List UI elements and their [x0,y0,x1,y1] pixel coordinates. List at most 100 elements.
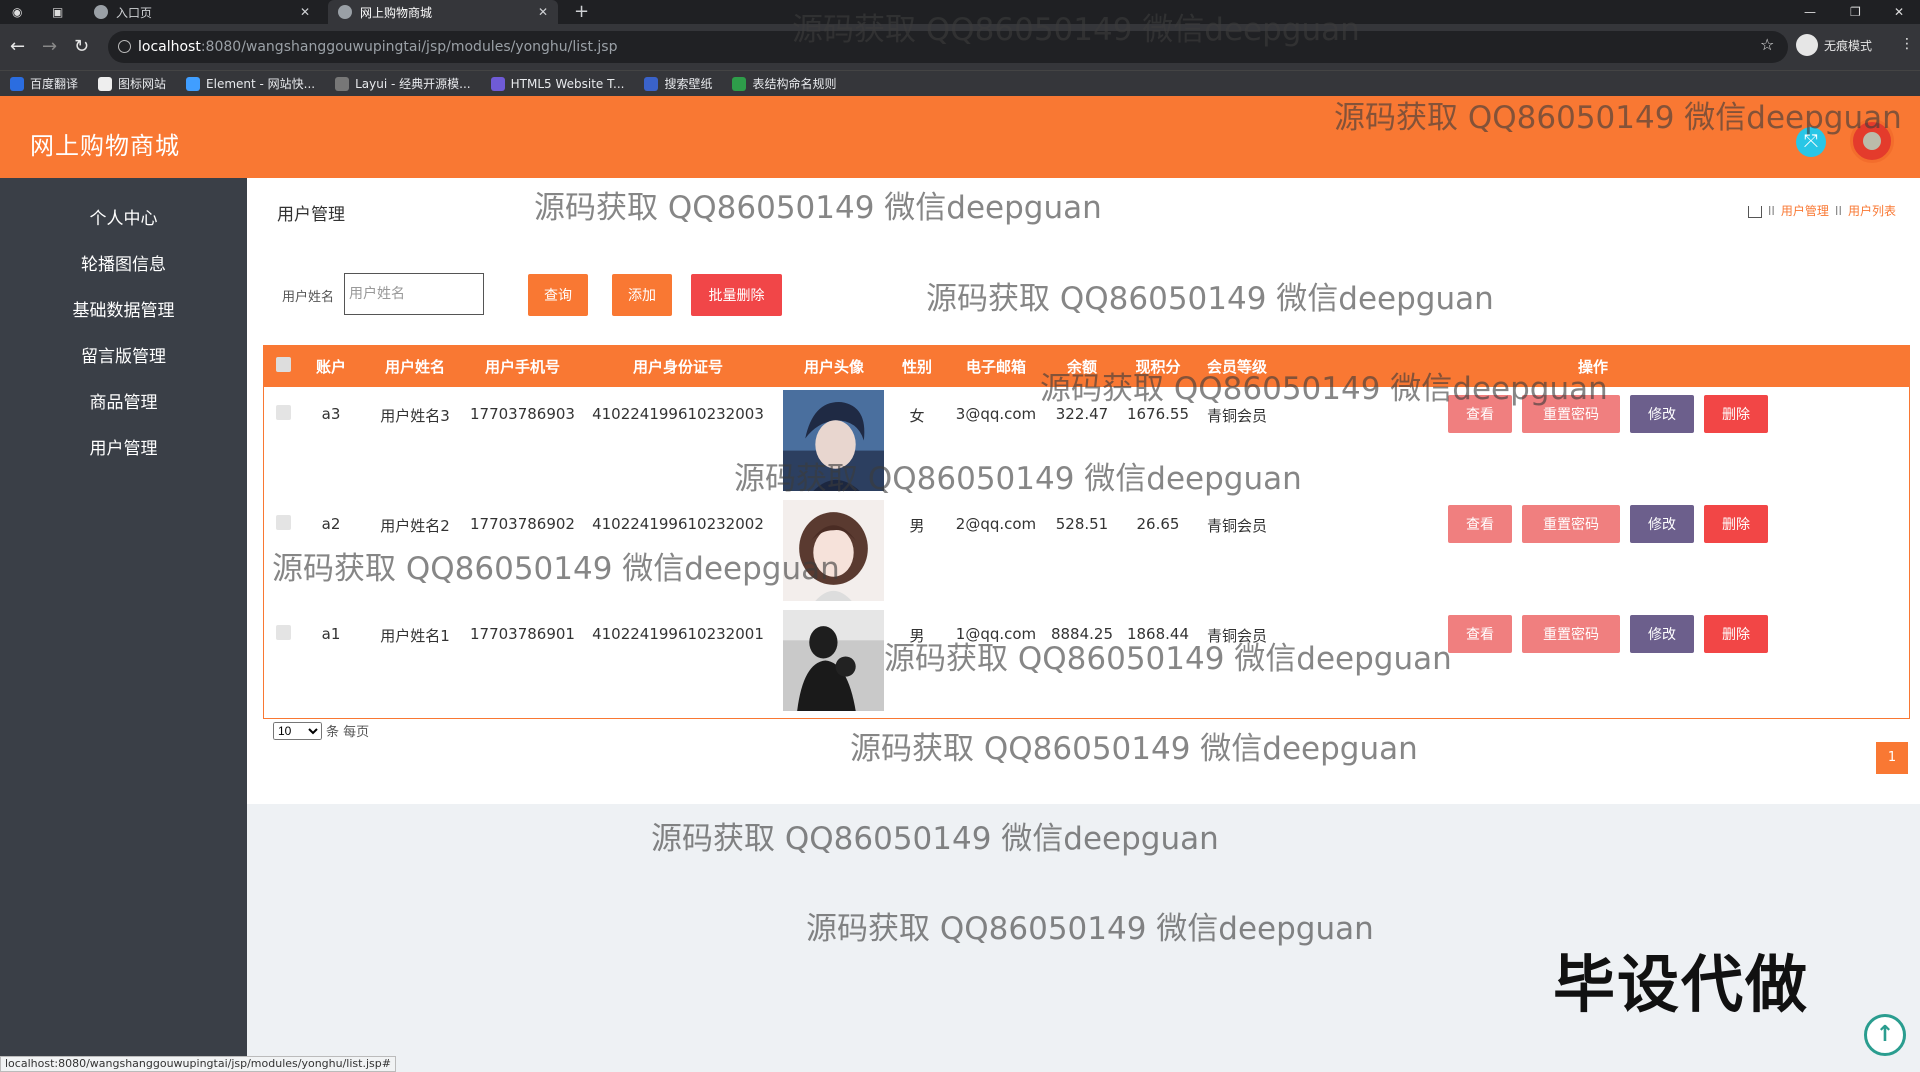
col-phone: 用户手机号 [484,357,560,376]
cell-actions: 查看 重置密码 修改 删除 [1277,387,1909,497]
tab-title: 入口页 [116,5,153,20]
html5-icon [490,76,505,91]
cell-email: 2@qq.com [955,515,1037,533]
delete-button[interactable]: 删除 [1703,395,1768,433]
query-button[interactable]: 查询 [528,274,588,316]
row-checkbox[interactable] [264,497,302,607]
cell-gender: 男 [909,627,925,645]
sidebar-item-basic-data[interactable]: 基础数据管理 [0,285,247,331]
select-all-checkbox[interactable] [264,345,302,387]
restore-icon[interactable]: ❐ [1850,0,1861,24]
cell-balance: 8884.25 [1050,625,1113,643]
batch-delete-button[interactable]: 批量删除 [691,274,782,316]
page-number-button[interactable]: 1 [1876,742,1908,774]
table-row: a2 用户姓名2 17703786902 410224199610232002 [264,497,1909,607]
incognito-indicator[interactable]: 无痕模式 [1796,34,1872,56]
page-size-select[interactable]: 10 [273,721,322,740]
reset-password-button[interactable]: 重置密码 [1521,395,1620,433]
bookmark-item[interactable]: 表结构命名规则 [732,75,836,92]
cell-level: 青铜会员 [1206,517,1267,535]
sidebar-item-goods[interactable]: 商品管理 [0,377,247,423]
close-icon[interactable]: ✕ [300,5,310,19]
tab-shop[interactable]: 网上购物商城 ✕ [328,0,558,24]
app-icon: ▣ [52,5,64,19]
row-checkbox[interactable] [264,607,302,717]
cell-avatar [781,607,887,717]
globe-icon [338,5,352,19]
user-avatar-button[interactable] [1850,119,1894,163]
view-button[interactable]: 查看 [1447,505,1512,543]
breadcrumb-user-list[interactable]: 用户列表 [1848,202,1896,219]
fullscreen-icon[interactable]: ⤧ [1796,127,1826,157]
cell-actions: 查看 重置密码 修改 删除 [1277,607,1909,717]
back-to-top-icon[interactable]: ↑ [1864,1014,1906,1056]
info-icon[interactable] [118,40,131,53]
reset-password-button[interactable]: 重置密码 [1521,615,1620,653]
breadcrumb: II 用户管理 II 用户列表 [1747,202,1896,219]
cell-account: a2 [321,515,341,533]
window-close-icon[interactable]: ✕ [1894,0,1904,24]
row-checkbox[interactable] [264,387,302,497]
tab-entry[interactable]: 入口页 ✕ [84,0,320,24]
app-title: 网上购物商城 [30,132,180,160]
breadcrumb-user-management[interactable]: 用户管理 [1781,202,1829,219]
sidebar: 个人中心 轮播图信息 基础数据管理 留言版管理 商品管理 用户管理 [0,178,247,1072]
cell-idcard: 410224199610232002 [592,515,764,533]
cell-idcard: 410224199610232001 [592,625,764,643]
edit-button[interactable]: 修改 [1629,615,1694,653]
view-button[interactable]: 查看 [1447,615,1512,653]
cell-account: a3 [321,405,341,423]
col-idcard: 用户身份证号 [632,357,723,376]
forward-icon[interactable]: → [42,36,57,58]
search-input[interactable] [344,273,484,315]
col-account: 账户 [315,357,346,376]
url-host: localhost [138,39,201,55]
cell-account: a1 [321,625,341,643]
reload-icon[interactable]: ↻ [74,36,89,58]
col-points: 现积分 [1135,357,1181,376]
url-field[interactable]: localhost:8080/wangshanggouwupingtai/jsp… [108,31,1788,63]
col-avatar: 用户头像 [803,357,864,376]
star-icon[interactable]: ☆ [1760,35,1774,54]
incognito-icon [1796,34,1818,56]
delete-button[interactable]: 删除 [1703,615,1768,653]
bookmark-label: HTML5 Website T... [510,76,625,91]
cell-avatar [781,497,887,607]
bookmark-label: 表结构命名规则 [752,77,837,91]
user-avatar-image [783,390,885,491]
bookmark-label: Element - 网站快... [206,77,316,91]
bookmark-item[interactable]: HTML5 Website T... [490,76,625,91]
user-avatar-image [783,610,885,711]
url-path: :8080/wangshanggouwupingtai/jsp/modules/… [200,39,618,55]
reset-password-button[interactable]: 重置密码 [1521,505,1620,543]
delete-button[interactable]: 删除 [1703,505,1768,543]
close-icon[interactable]: ✕ [538,5,548,19]
bookmark-item[interactable]: 图标网站 [98,75,166,92]
view-button[interactable]: 查看 [1447,395,1512,433]
bookmark-item[interactable]: 百度翻译 [10,75,78,92]
bookmark-item[interactable]: Element - 网站快... [186,75,315,92]
home-icon[interactable] [1747,205,1762,218]
minimize-icon[interactable]: — [1804,0,1816,24]
add-button[interactable]: 添加 [612,274,672,316]
cell-level: 青铜会员 [1206,407,1267,425]
new-tab-button[interactable]: + [574,0,589,24]
cell-balance: 528.51 [1055,515,1109,533]
bookmark-item[interactable]: 搜索壁纸 [644,75,712,92]
bookmark-label: 图标网站 [118,77,167,91]
col-balance: 余额 [1066,357,1097,376]
browser-icon: ◉ [12,5,23,19]
sidebar-item-users[interactable]: 用户管理 [0,423,247,469]
back-icon[interactable]: ← [10,36,25,58]
sidebar-item-message-board[interactable]: 留言版管理 [0,331,247,377]
cell-phone: 17703786902 [470,515,575,533]
sidebar-item-carousel[interactable]: 轮播图信息 [0,239,247,285]
edit-button[interactable]: 修改 [1629,395,1694,433]
wallpaper-icon [644,76,659,91]
sidebar-item-personal-center[interactable]: 个人中心 [0,193,247,239]
edit-button[interactable]: 修改 [1629,505,1694,543]
col-actions: 操作 [1577,357,1608,376]
kebab-menu-icon[interactable]: ⋮ [1900,36,1914,52]
bookmark-item[interactable]: Layui - 经典开源模... [335,75,471,92]
watermark-text: 源码获取 QQ86050149 微信deepguan [651,821,1219,857]
